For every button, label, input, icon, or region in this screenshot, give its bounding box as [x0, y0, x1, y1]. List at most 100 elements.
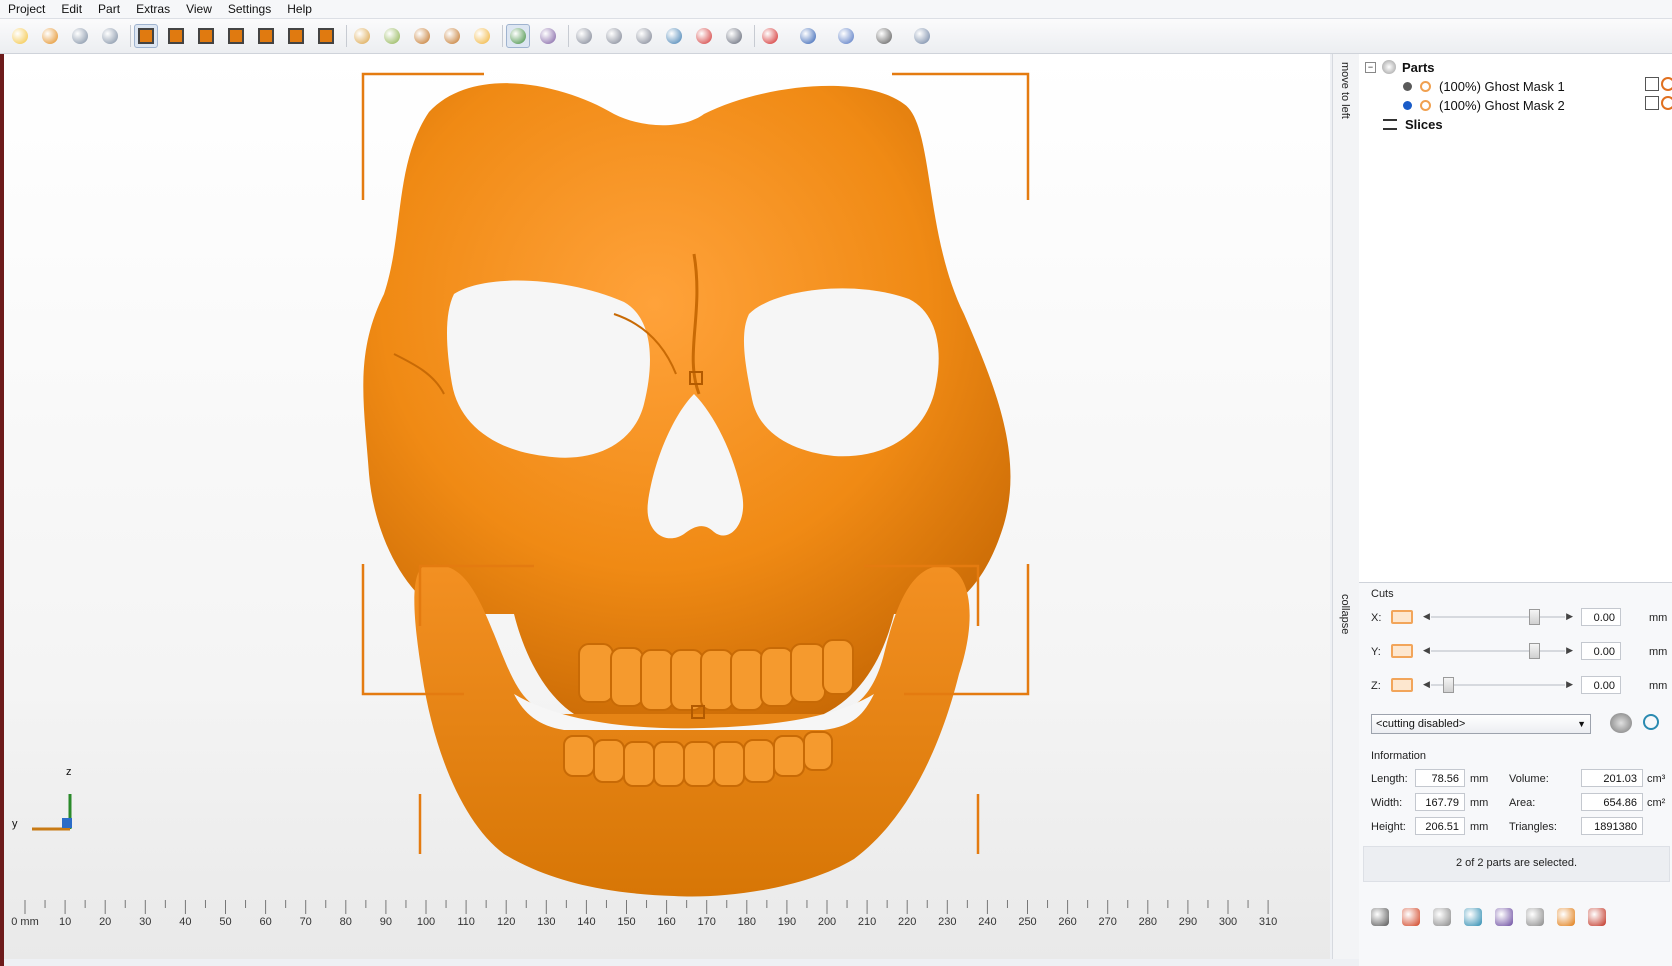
part-checkbox-icon[interactable] — [1645, 77, 1659, 91]
slider-left-arrow-icon[interactable]: ◀ — [1423, 645, 1430, 656]
ruler-label: 190 — [777, 916, 797, 928]
shading-icon[interactable] — [350, 24, 374, 48]
ruler: 0 mm 10 20 30 40 50 60 70 80 90 100 110 120 130 140 150… — [8, 898, 1326, 946]
load-parts-icon[interactable] — [38, 24, 62, 48]
cut-value-input[interactable]: 0.00 — [1581, 608, 1621, 626]
tree-root-parts[interactable]: − Parts — [1365, 58, 1435, 76]
select-cursor-icon[interactable] — [506, 24, 530, 48]
snap-icon[interactable] — [1369, 906, 1391, 928]
frame-icon[interactable] — [1555, 906, 1577, 928]
warning-icon[interactable] — [1400, 906, 1422, 928]
add-part-icon[interactable] — [98, 24, 122, 48]
toolbar — [0, 19, 1672, 54]
view-mode-icon[interactable] — [722, 24, 746, 48]
remove-part-icon[interactable] — [1661, 96, 1672, 110]
part-label: (100%) Ghost Mask 2 — [1439, 97, 1565, 113]
menu-item-help[interactable]: Help — [279, 2, 320, 16]
book-icon[interactable] — [1493, 906, 1515, 928]
menu-item-part[interactable]: Part — [90, 2, 128, 16]
texture-icon[interactable] — [380, 24, 404, 48]
remove-part-icon[interactable] — [1661, 77, 1672, 91]
view-top-icon[interactable] — [254, 24, 278, 48]
ruler-label: 80 — [339, 916, 352, 928]
menu-item-edit[interactable]: Edit — [53, 2, 90, 16]
cut-color-swatch[interactable] — [1391, 610, 1413, 624]
repair-icon[interactable] — [758, 24, 782, 48]
ruler-label: 220 — [898, 916, 917, 928]
axis-transform-icon[interactable] — [536, 24, 560, 48]
ruler-label: 20 — [99, 916, 112, 928]
right-eye-hole — [743, 288, 939, 457]
part-eye-icon[interactable] — [1420, 99, 1431, 111]
view-front-icon[interactable] — [134, 24, 158, 48]
tree-item[interactable]: (100%) Ghost Mask 1 — [1403, 77, 1565, 95]
ruler-label: 60 — [259, 916, 272, 928]
part-checkbox-icon[interactable] — [1645, 96, 1659, 110]
scale-icon[interactable] — [632, 24, 656, 48]
cut-color-swatch[interactable] — [1391, 678, 1413, 692]
cut-slider[interactable]: ◀ ▶ — [1423, 643, 1573, 659]
zoom-fit-icon[interactable] — [410, 24, 434, 48]
view-right-icon[interactable] — [224, 24, 248, 48]
length-label: Length: — [1371, 773, 1408, 785]
part-label: (100%) Ghost Mask 1 — [1439, 78, 1565, 94]
tree-root-slices[interactable]: Slices — [1383, 115, 1443, 133]
cut-value-input[interactable]: 0.00 — [1581, 642, 1621, 660]
refresh-icon[interactable] — [1462, 906, 1484, 928]
zoom-icon[interactable] — [470, 24, 494, 48]
place-on-platform-icon[interactable] — [572, 24, 596, 48]
menu-item-extras[interactable]: Extras — [128, 2, 178, 16]
parts-tree: − Parts (100%) Ghost Mask 1 (100%) Ghost… — [1359, 54, 1672, 583]
cut-slider[interactable]: ◀ ▶ — [1423, 609, 1573, 625]
cut-value-input[interactable]: 0.00 — [1581, 676, 1621, 694]
move-to-left-button[interactable]: move to left — [1339, 62, 1351, 119]
cut-apply-icon[interactable] — [1610, 713, 1632, 733]
zoom-selection-icon[interactable] — [440, 24, 464, 48]
collapse-button[interactable]: collapse — [1339, 594, 1351, 634]
slider-right-arrow-icon[interactable]: ▶ — [1566, 611, 1573, 622]
width-label: Width: — [1371, 797, 1403, 809]
color-icon[interactable] — [692, 24, 716, 48]
sphere-icon[interactable] — [1524, 906, 1546, 928]
selection-status: 2 of 2 parts are selected. — [1455, 857, 1578, 869]
export-icon[interactable] — [68, 24, 92, 48]
slider-right-arrow-icon[interactable]: ▶ — [1566, 679, 1573, 690]
cut-slider[interactable]: ◀ ▶ — [1423, 677, 1573, 693]
ruler-label: 130 — [537, 916, 556, 928]
menu-item-project[interactable]: Project — [0, 2, 53, 16]
menu-item-settings[interactable]: Settings — [220, 2, 279, 16]
open-file-icon[interactable] — [8, 24, 32, 48]
mesh-icon[interactable] — [662, 24, 686, 48]
analysis-icon[interactable] — [796, 24, 820, 48]
part-eye-icon[interactable] — [1420, 80, 1431, 92]
slider-left-arrow-icon[interactable]: ◀ — [1423, 611, 1430, 622]
toolbar-separator — [568, 25, 569, 47]
grid-icon[interactable] — [1586, 906, 1608, 928]
cut-reset-icon[interactable] — [1643, 714, 1659, 730]
axis-gizmo — [32, 794, 72, 831]
tree-item[interactable]: (100%) Ghost Mask 2 — [1403, 96, 1565, 114]
rotate-icon[interactable] — [602, 24, 626, 48]
person-icon[interactable] — [910, 24, 934, 48]
menu-item-view[interactable]: View — [178, 2, 220, 16]
text-label-icon[interactable] — [872, 24, 896, 48]
cut-color-swatch[interactable] — [1391, 644, 1413, 658]
ruler-label: 290 — [1178, 916, 1198, 928]
view-left-icon[interactable] — [194, 24, 218, 48]
slider-thumb[interactable] — [1529, 609, 1541, 625]
collapse-toggle-icon[interactable]: − — [1365, 61, 1376, 73]
measure-icon[interactable] — [834, 24, 858, 48]
upper-teeth — [578, 639, 854, 711]
slider-left-arrow-icon[interactable]: ◀ — [1423, 679, 1430, 690]
slider-thumb[interactable] — [1529, 643, 1541, 659]
view-bottom-icon[interactable] — [284, 24, 308, 48]
slider-right-arrow-icon[interactable]: ▶ — [1566, 645, 1573, 656]
view-iso-icon[interactable] — [314, 24, 338, 48]
3d-viewport[interactable]: z y — [4, 54, 1330, 959]
link-icon[interactable] — [1431, 906, 1453, 928]
ruler-label: 0 mm — [11, 916, 39, 928]
chevron-down-icon: ▼ — [1577, 719, 1586, 729]
slider-thumb[interactable] — [1443, 677, 1455, 693]
cutting-mode-select[interactable]: <cutting disabled> ▼ — [1371, 714, 1591, 734]
view-back-icon[interactable] — [164, 24, 188, 48]
